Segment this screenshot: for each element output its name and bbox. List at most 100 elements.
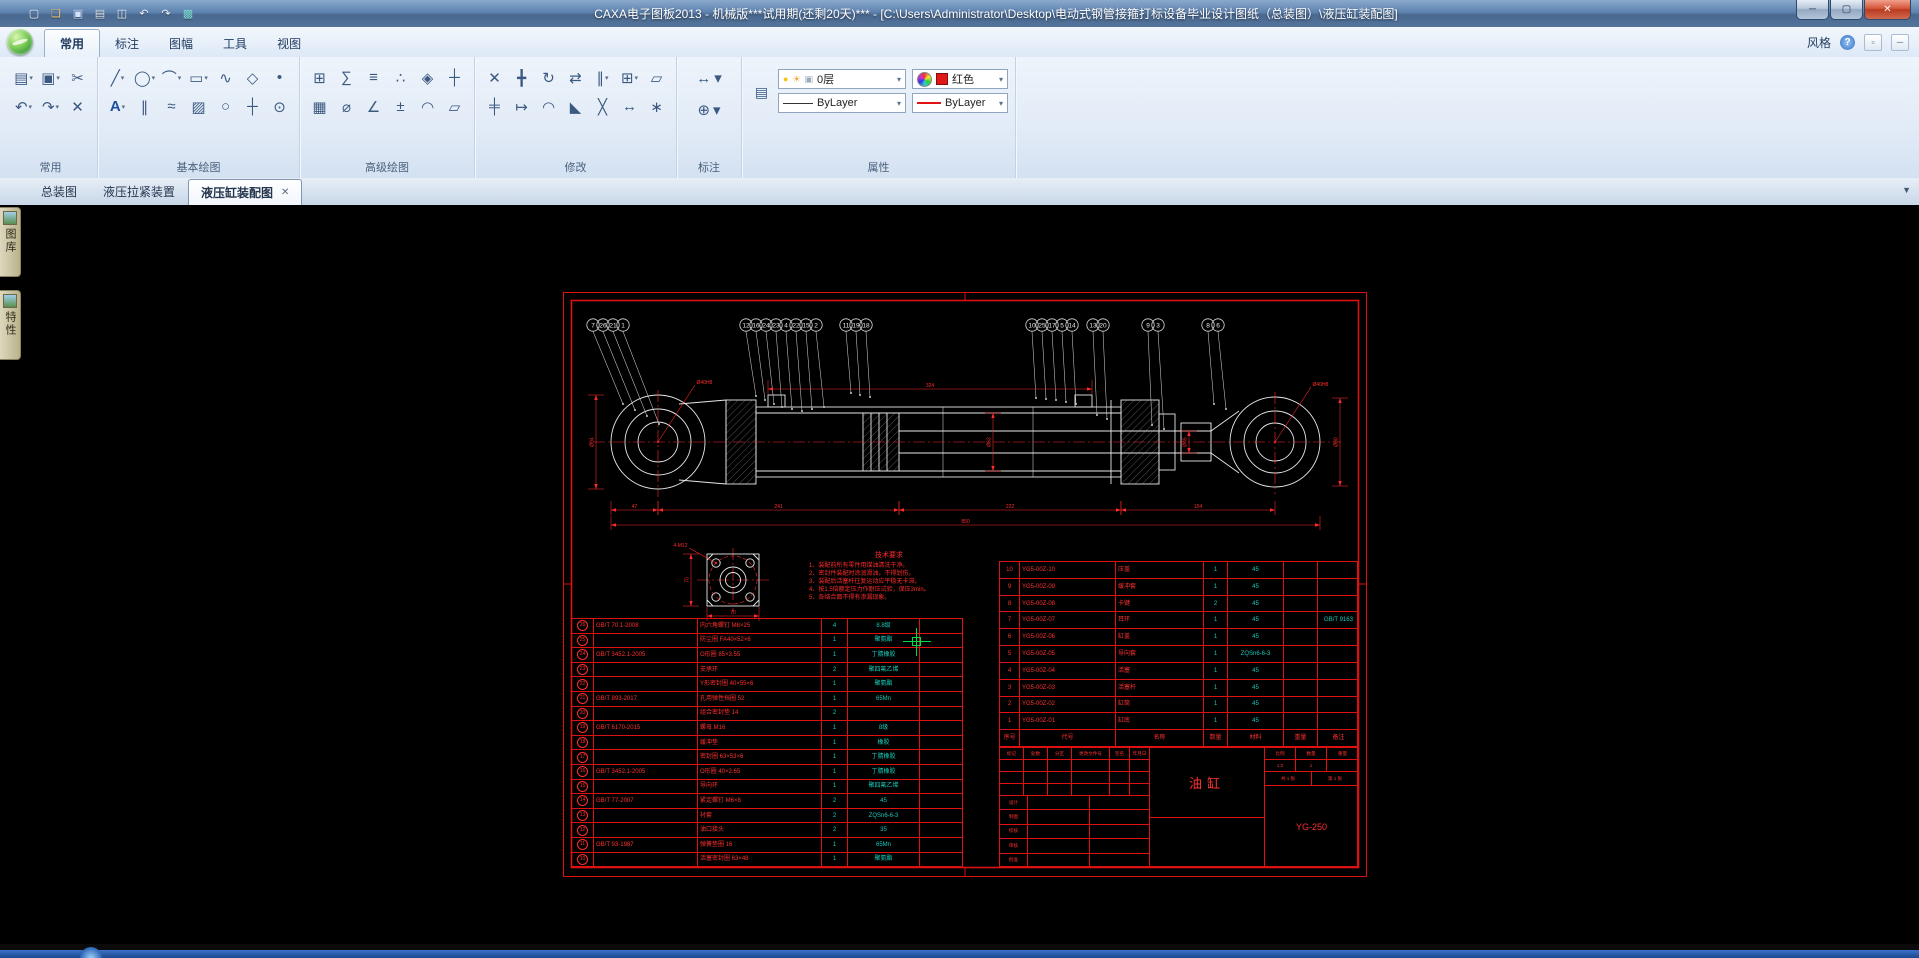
undo-tool-icon[interactable]: ↶▾ xyxy=(11,93,36,120)
parallel-line-tool-icon[interactable]: ∥ xyxy=(132,93,157,120)
scale-tool-icon[interactable]: ▱ xyxy=(644,64,669,91)
parallelogram-tool-icon[interactable]: ▱ xyxy=(442,93,467,120)
drawing-canvas[interactable]: 图库 特性 xyxy=(0,205,1919,944)
style-button[interactable]: 风格 xyxy=(1807,34,1831,51)
start-orb[interactable] xyxy=(80,947,102,958)
new-file-icon[interactable]: ▢ xyxy=(26,6,42,22)
help-icon[interactable]: ? xyxy=(1840,35,1855,50)
array-tool-icon[interactable]: ⊞▾ xyxy=(617,64,642,91)
doc-tabs-overflow-icon[interactable]: ▼ xyxy=(1902,185,1911,195)
ribbon-tab-tools[interactable]: 工具 xyxy=(208,30,262,57)
close-tab-icon[interactable]: ✕ xyxy=(281,187,289,198)
tolerance-tool-icon[interactable]: ± xyxy=(388,93,413,120)
hatch-tool-icon[interactable]: ▨ xyxy=(186,93,211,120)
lineweight-combo[interactable]: ByLayer▾ xyxy=(912,93,1008,113)
bom-cell: 22 xyxy=(572,677,594,691)
table-tool-icon[interactable]: ▦ xyxy=(307,93,332,120)
erase-tool-icon[interactable]: ✕ xyxy=(482,64,507,91)
text-tool-icon[interactable]: A▾ xyxy=(105,93,130,120)
sidebar-tab-library[interactable]: 图库 xyxy=(0,207,21,277)
spline-tool-icon[interactable]: ∿ xyxy=(213,64,238,91)
layer-manager-icon[interactable]: ▤ xyxy=(749,63,774,121)
grid-array-tool-icon[interactable]: ⊞ xyxy=(307,64,332,91)
title-block-cell: 签名 xyxy=(1110,748,1130,760)
title-block-cell: 重量 xyxy=(1327,748,1359,760)
point-tool-icon[interactable]: • xyxy=(267,64,292,91)
layer-combo[interactable]: ●☀▣0层▾ xyxy=(778,69,906,89)
collapse-ribbon-icon[interactable]: ─ xyxy=(1891,34,1909,51)
bom-cell: 45 xyxy=(1228,697,1284,713)
print-icon[interactable]: ▤ xyxy=(92,6,108,22)
app-logo-icon[interactable] xyxy=(7,29,33,55)
rotate-tool-icon[interactable]: ↻ xyxy=(536,64,561,91)
point-set-tool-icon[interactable]: ∴ xyxy=(388,64,413,91)
ribbon-tab-annotate[interactable]: 标注 xyxy=(100,30,154,57)
delete-tool-icon[interactable]: ✕ xyxy=(65,93,90,120)
ribbon-tab-sheet[interactable]: 图幅 xyxy=(154,30,208,57)
open-file-icon[interactable]: ❏ xyxy=(48,6,64,22)
linetype-combo[interactable]: ByLayer▾ xyxy=(778,93,906,113)
explode-tool-icon[interactable]: ∗ xyxy=(644,93,669,120)
bom-cell: 聚氨酯 xyxy=(848,853,920,867)
ellipse-tool-icon[interactable]: ○ xyxy=(213,93,238,120)
undo-icon[interactable]: ↶ xyxy=(136,6,152,22)
notes-line: 1、装配前所有零件用煤油清洗干净。 xyxy=(809,562,969,570)
ribbon-window-icon[interactable]: ▫ xyxy=(1864,34,1882,51)
doc-tab-tensioner[interactable]: 液压拉紧装置 xyxy=(90,178,188,205)
rectangle-tool-icon[interactable]: ▭▾ xyxy=(186,64,211,91)
arc-bridge-tool-icon[interactable]: ◠ xyxy=(415,93,440,120)
svg-text:14: 14 xyxy=(1068,322,1076,329)
angle-tool-icon[interactable]: ∠ xyxy=(361,93,386,120)
wavy-line-tool-icon[interactable]: ≈ xyxy=(159,93,184,120)
coordinate-dimension-tool-icon[interactable]: ⊕▾ xyxy=(684,95,734,125)
balloon-number: 18 xyxy=(577,737,588,748)
break-tool-icon[interactable]: ╳ xyxy=(590,93,615,120)
bom-cell: GB/T 893-2017 xyxy=(594,692,698,706)
offset-tool-icon[interactable]: ∥▾ xyxy=(590,64,615,91)
doc-tab-cylinder[interactable]: 液压缸装配图 ✕ xyxy=(188,179,302,205)
ribbon-tab-view[interactable]: 视图 xyxy=(262,30,316,57)
color-combo[interactable]: 红色▾ xyxy=(912,69,1008,89)
multiline-tool-icon[interactable]: ≡ xyxy=(361,64,386,91)
gem-shape-tool-icon[interactable]: ◈ xyxy=(415,64,440,91)
sidebar-tab-properties[interactable]: 特性 xyxy=(0,290,21,360)
donut-tool-icon[interactable]: ⊙ xyxy=(267,93,292,120)
fillet-tool-icon[interactable]: ◠ xyxy=(536,93,561,120)
dimension-tool-icon[interactable]: ↔▾ xyxy=(684,63,734,93)
bom-cell: 导向套 xyxy=(1116,646,1204,662)
ribbon-group-shuxing: ▤●☀▣0层▾红色▾ByLayer▾ByLayer▾属性 xyxy=(742,57,1016,178)
redo-icon[interactable]: ↷ xyxy=(158,6,174,22)
svg-text:Ø40H8: Ø40H8 xyxy=(1313,382,1329,388)
mirror-tool-icon[interactable]: ⇄ xyxy=(563,64,588,91)
ribbon-tab-home[interactable]: 常用 xyxy=(44,29,100,57)
save-icon[interactable]: ▣ xyxy=(70,6,86,22)
bom-cell: 螺母 M16 xyxy=(698,721,822,735)
maximize-button[interactable]: ▢ xyxy=(1830,0,1863,20)
line-tool-icon[interactable]: ╱▾ xyxy=(105,64,130,91)
polygon-tool-icon[interactable]: ◇ xyxy=(240,64,265,91)
close-button[interactable]: ✕ xyxy=(1864,0,1911,20)
paste-tool-icon[interactable]: ▤▾ xyxy=(11,64,36,91)
trim-tool-icon[interactable]: ╪ xyxy=(482,93,507,120)
palette-icon[interactable]: ▩ xyxy=(180,6,196,22)
axis-tool-icon[interactable]: ┼ xyxy=(442,64,467,91)
doc-tab-assembly[interactable]: 总装图 xyxy=(28,178,90,205)
move-tool-icon[interactable]: ╋ xyxy=(509,64,534,91)
cut-tool-icon[interactable]: ✂ xyxy=(65,64,90,91)
chamfer-tool-icon[interactable]: ◣ xyxy=(563,93,588,120)
copy-tool-icon[interactable]: ▣▾ xyxy=(38,64,63,91)
stretch-tool-icon[interactable]: ↔ xyxy=(617,93,642,120)
arc-tool-icon[interactable]: ⌒▾ xyxy=(159,64,184,91)
svg-text:70: 70 xyxy=(730,610,736,616)
bom-cell xyxy=(1318,646,1359,662)
print-preview-icon[interactable]: ◫ xyxy=(114,6,130,22)
circle-tool-icon[interactable]: ◯▾ xyxy=(132,64,157,91)
dropdown-arrow-icon: ▾ xyxy=(999,99,1003,108)
diameter-symbol-tool-icon[interactable]: ⌀ xyxy=(334,93,359,120)
formula-tool-icon[interactable]: ∑ xyxy=(334,64,359,91)
minimize-button[interactable]: ─ xyxy=(1796,0,1829,20)
svg-text:23: 23 xyxy=(772,322,780,329)
redo-tool-icon[interactable]: ↷▾ xyxy=(38,93,63,120)
centerline-tool-icon[interactable]: ┼ xyxy=(240,93,265,120)
extend-tool-icon[interactable]: ↦ xyxy=(509,93,534,120)
